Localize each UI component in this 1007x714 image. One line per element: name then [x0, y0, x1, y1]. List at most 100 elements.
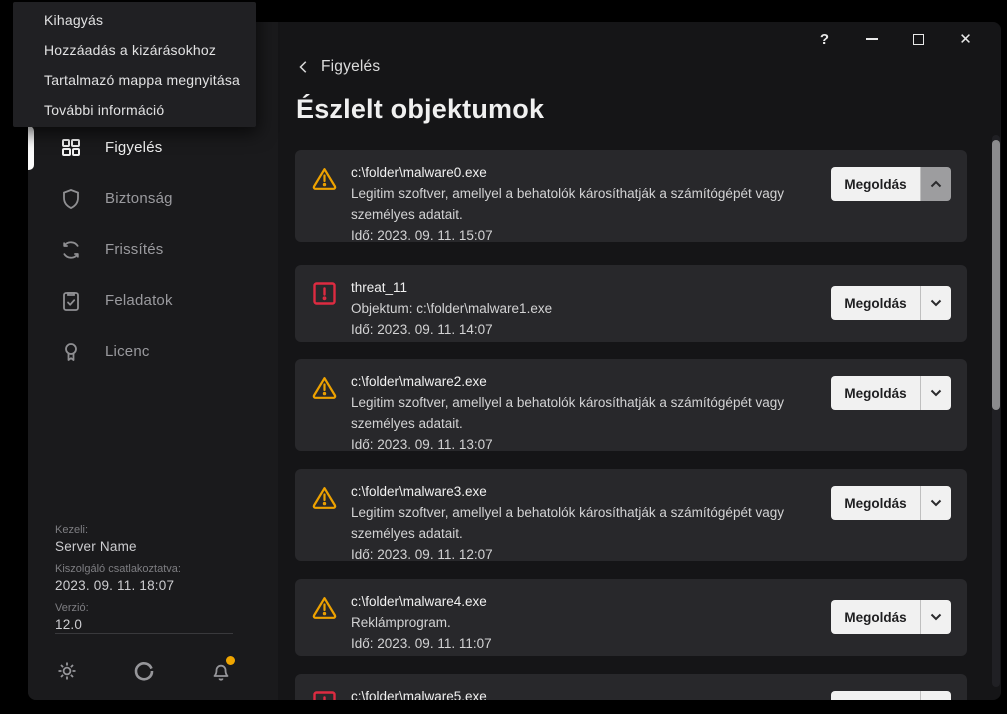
refresh-icon [59, 238, 83, 262]
dashboard-grid-icon [59, 136, 83, 160]
threat-title: threat_11 [351, 277, 841, 298]
sidebar-item-biztonsag[interactable]: Biztonság [28, 173, 278, 224]
resolve-dropdown-button[interactable] [921, 691, 951, 700]
threat-time: Idő: 2023. 09. 11. 13:07 [351, 434, 841, 455]
sidebar-item-label: Biztonság [105, 190, 173, 207]
critical-alert-icon [311, 689, 338, 700]
page-title: Észlelt objektumok [296, 94, 544, 125]
warning-triangle-icon [311, 165, 338, 192]
resolve-split-button: Megoldás [831, 376, 951, 410]
sidebar-divider [55, 633, 233, 634]
minimize-button[interactable] [848, 24, 895, 54]
threat-time: Idő: 2023. 09. 11. 12:07 [351, 544, 841, 565]
resolve-split-button: Megoldás [831, 600, 951, 634]
threat-title: c:\folder\malware3.exe [351, 481, 841, 502]
support-icon[interactable] [132, 659, 156, 683]
resolve-split-button: Megoldás [831, 486, 951, 520]
scrollbar-thumb[interactable] [992, 140, 1000, 410]
shield-icon [59, 187, 83, 211]
threat-description: Legitim szoftver, amellyel a behatolók k… [351, 502, 833, 544]
threat-description: Legitim szoftver, amellyel a behatolók k… [351, 392, 833, 434]
main-content: Figyelés Észlelt objektumok [278, 22, 1001, 700]
threat-text: threat_11 Objektum: c:\folder\malware1.e… [351, 277, 841, 340]
threat-card: c:\folder\malware5.exe Legitim szoftver,… [295, 674, 967, 700]
license-badge-icon [59, 340, 83, 364]
resolve-split-button: Megoldás [831, 286, 951, 320]
back-chevron-icon [297, 60, 311, 74]
menu-item-add-to-exclusions[interactable]: Hozzáadás a kizárásokhoz [13, 35, 256, 65]
sidebar-item-label: Figyelés [105, 139, 162, 156]
menu-item-kihagyas[interactable]: Kihagyás [13, 5, 256, 35]
window-controls: ? ✕ [801, 24, 989, 54]
resolve-dropdown-button[interactable] [921, 600, 951, 634]
resolve-button[interactable]: Megoldás [831, 286, 921, 320]
version-value: 12.0 [55, 617, 255, 632]
settings-gear-icon[interactable] [55, 659, 79, 683]
threat-card: c:\folder\malware0.exe Legitim szoftver,… [295, 150, 967, 242]
resolve-dropdown-button[interactable] [921, 376, 951, 410]
resolve-dropdown-button[interactable] [921, 167, 951, 201]
sidebar-nav: Figyelés Biztonság [28, 122, 278, 377]
sidebar-footer [55, 658, 233, 684]
sidebar-item-feladatok[interactable]: Feladatok [28, 275, 278, 326]
breadcrumb-label: Figyelés [321, 58, 380, 76]
tasks-clipboard-icon [59, 289, 83, 313]
warning-triangle-icon [311, 374, 338, 401]
breadcrumb-back[interactable]: Figyelés [297, 58, 380, 76]
resolve-button[interactable]: Megoldás [831, 376, 921, 410]
threat-title: c:\folder\malware4.exe [351, 591, 841, 612]
threat-title: c:\folder\malware2.exe [351, 371, 841, 392]
resolve-button[interactable]: Megoldás [831, 167, 921, 201]
context-menu: Kihagyás Hozzáadás a kizárásokhoz Tartal… [13, 2, 256, 127]
server-connected-label: Kiszolgáló csatlakoztatva: [55, 563, 255, 575]
version-label: Verzió: [55, 602, 255, 614]
menu-item-open-containing-folder[interactable]: Tartalmazó mappa megnyitása [13, 65, 256, 95]
close-button[interactable]: ✕ [942, 24, 989, 54]
screen: Figyelés Biztonság [0, 0, 1007, 714]
server-info: Kezeli: Server Name Kiszolgáló csatlakoz… [55, 524, 255, 641]
threat-card: c:\folder\malware3.exe Legitim szoftver,… [295, 469, 967, 561]
threat-card: c:\folder\malware4.exe Reklámprogram. Id… [295, 579, 967, 656]
threat-text: c:\folder\malware3.exe Legitim szoftver,… [351, 481, 841, 565]
warning-triangle-icon [311, 484, 338, 511]
notification-dot [226, 656, 235, 665]
resolve-split-button: Megoldás [831, 167, 951, 201]
threat-description: Reklámprogram. [351, 612, 833, 633]
managed-by-label: Kezeli: [55, 524, 255, 536]
threat-title: c:\folder\malware5.exe [351, 686, 841, 700]
threat-time: Idő: 2023. 09. 11. 15:07 [351, 225, 841, 246]
critical-alert-icon [311, 280, 338, 307]
threat-card: threat_11 Objektum: c:\folder\malware1.e… [295, 265, 967, 342]
resolve-button[interactable]: Megoldás [831, 691, 921, 700]
sidebar-item-frissites[interactable]: Frissítés [28, 224, 278, 275]
sidebar-item-label: Frissítés [105, 241, 163, 258]
sidebar-item-label: Feladatok [105, 292, 173, 309]
resolve-button[interactable]: Megoldás [831, 600, 921, 634]
threat-text: c:\folder\malware2.exe Legitim szoftver,… [351, 371, 841, 455]
resolve-button[interactable]: Megoldás [831, 486, 921, 520]
help-button[interactable]: ? [801, 24, 848, 54]
threat-title: c:\folder\malware0.exe [351, 162, 841, 183]
threat-time: Idő: 2023. 09. 11. 14:07 [351, 319, 841, 340]
threat-description: Legitim szoftver, amellyel a behatolók k… [351, 183, 833, 225]
resolve-dropdown-button[interactable] [921, 286, 951, 320]
threat-text: c:\folder\malware4.exe Reklámprogram. Id… [351, 591, 841, 654]
server-connected-value: 2023. 09. 11. 18:07 [55, 578, 255, 593]
threat-description: Objektum: c:\folder\malware1.exe [351, 298, 833, 319]
warning-triangle-icon [311, 594, 338, 621]
notifications-bell-icon[interactable] [209, 659, 233, 683]
threat-card: c:\folder\malware2.exe Legitim szoftver,… [295, 359, 967, 451]
threat-text: c:\folder\malware5.exe Legitim szoftver,… [351, 686, 841, 700]
maximize-button[interactable] [895, 24, 942, 54]
minimize-icon [866, 38, 878, 40]
resolve-split-button: Megoldás [831, 691, 951, 700]
sidebar-item-figyeles[interactable]: Figyelés [28, 122, 278, 173]
threat-text: c:\folder\malware0.exe Legitim szoftver,… [351, 162, 841, 246]
managed-by-value: Server Name [55, 539, 255, 554]
sidebar-item-licenc[interactable]: Licenc [28, 326, 278, 377]
threat-time: Idő: 2023. 09. 11. 11:07 [351, 633, 841, 654]
menu-item-more-info[interactable]: További információ [13, 95, 256, 125]
maximize-icon [913, 34, 924, 45]
resolve-dropdown-button[interactable] [921, 486, 951, 520]
sidebar-item-label: Licenc [105, 343, 150, 360]
